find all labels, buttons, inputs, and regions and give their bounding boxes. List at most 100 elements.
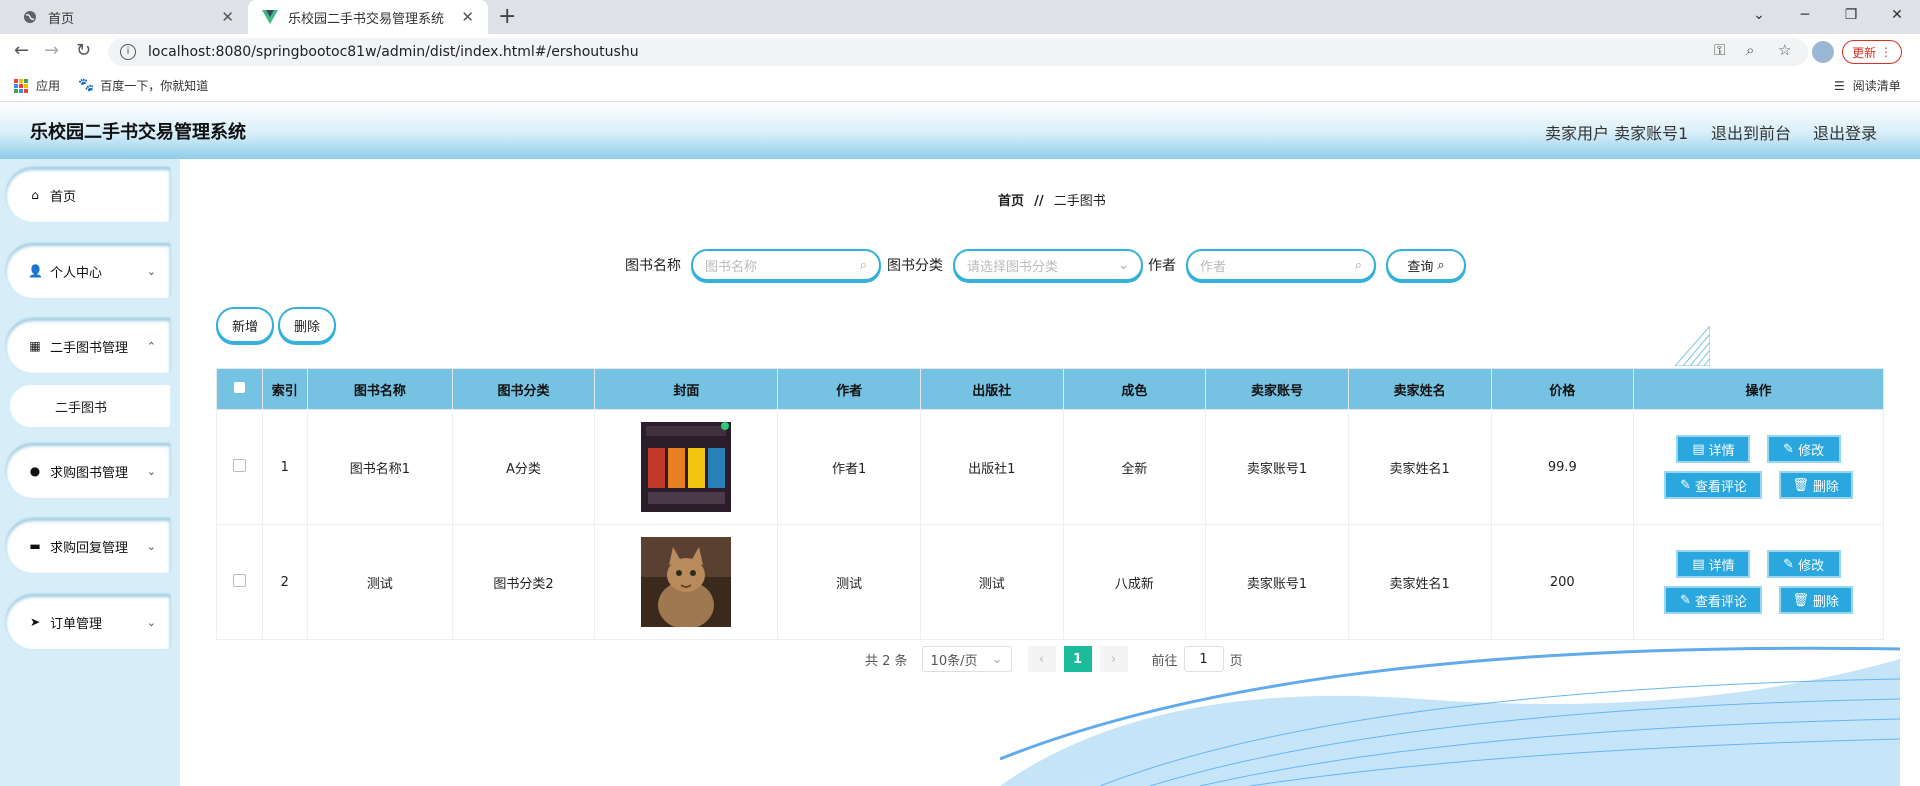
col-header: 卖家账号 <box>1205 368 1349 410</box>
detail-label: 详情 <box>1708 443 1735 459</box>
prev-page-button[interactable]: ‹ <box>1027 646 1056 672</box>
chevron-down-icon: ⌄ <box>146 615 156 629</box>
book-cover-image[interactable] <box>641 422 732 512</box>
sidebar-item-label: 个人中心 <box>50 265 103 281</box>
search-icon: ⌕ <box>1437 257 1445 273</box>
restore-icon[interactable]: ❐ <box>1828 7 1874 23</box>
select-all-checkbox[interactable] <box>233 381 245 393</box>
add-button[interactable]: 新增 <box>216 307 274 343</box>
search-icon: ⌕ <box>859 257 867 273</box>
info-icon[interactable]: i <box>120 44 136 60</box>
col-header: 封面 <box>594 368 779 410</box>
detail-button[interactable]: ▤ 详情 <box>1676 550 1751 578</box>
apps-grid-icon <box>14 78 28 93</box>
minimize-icon[interactable]: ─ <box>1782 7 1828 23</box>
query-button[interactable]: 查询 ⌕ <box>1386 249 1466 281</box>
sidebar-item-orders[interactable]: ➤ 订单管理 ⌄ <box>6 595 170 649</box>
reading-list[interactable]: ☰ 阅读清单 <box>1834 77 1901 94</box>
edit-button[interactable]: ✎ 修改 <box>1766 550 1841 578</box>
author-input[interactable]: 作者 ⌕ <box>1186 249 1376 281</box>
bookmark-apps[interactable]: 应用 <box>14 77 60 94</box>
view-comments-button[interactable]: ✎ 查看评论 <box>1664 586 1763 614</box>
bookmark-label: 百度一下，你就知道 <box>100 79 209 93</box>
user-icon: 👤 <box>28 264 43 278</box>
cell-condition: 八成新 <box>1062 524 1207 640</box>
cell-cover <box>594 524 779 640</box>
sidebar-item-label: 订单管理 <box>50 616 103 632</box>
col-header: 价格 <box>1490 368 1635 410</box>
pencil-icon: ✎ <box>1680 477 1691 493</box>
cell-price: 99.9 <box>1490 409 1635 525</box>
cell-operations: ▤ 详情 ✎ 修改 ✎ 查看评论 🗑 删除 <box>1633 409 1884 525</box>
breadcrumb-home[interactable]: 首页 <box>998 194 1024 209</box>
close-tab-icon[interactable]: ✕ <box>221 8 234 26</box>
sidebar-item-wanted-replies[interactable]: ▬ 求购回复管理 ⌄ <box>6 519 170 573</box>
add-label: 新增 <box>231 319 258 335</box>
key-icon[interactable]: ⚿ <box>1714 41 1725 59</box>
view-comments-button[interactable]: ✎ 查看评论 <box>1664 471 1763 499</box>
monitor-icon: ▬ <box>29 539 41 553</box>
tab-home[interactable]: 首页 ✕ <box>8 0 248 34</box>
cat-photo-image[interactable] <box>641 537 732 627</box>
star-icon[interactable]: ☆ <box>1778 41 1791 59</box>
app-title: 乐校园二手书交易管理系统 <box>30 122 246 143</box>
profile-avatar[interactable] <box>1812 41 1834 63</box>
trash-icon: 🗑 <box>1792 592 1809 608</box>
new-tab-plus-icon[interactable]: + <box>498 4 516 29</box>
tab-search-icon[interactable]: ⌄ <box>1736 7 1782 23</box>
row-delete-button[interactable]: 🗑 删除 <box>1778 586 1853 614</box>
sidebar-subitem-used-books[interactable]: 二手图书 <box>10 385 170 427</box>
breadcrumb: 首页 // 二手图书 <box>998 190 1106 209</box>
reload-icon[interactable]: ↻ <box>76 40 91 61</box>
page-1-button[interactable]: 1 <box>1063 646 1092 672</box>
delete-button[interactable]: 删除 <box>278 307 336 343</box>
back-arrow-icon[interactable]: ← <box>14 40 29 61</box>
url-bar[interactable]: i localhost:8080/springbootoc81w/admin/d… <box>108 38 1808 66</box>
logout-link[interactable]: 退出登录 <box>1813 120 1877 144</box>
sidebar-item-book-management[interactable]: ▦ 二手图书管理 ⌃ <box>6 319 170 373</box>
tab-app[interactable]: 乐校园二手书交易管理系统 ✕ <box>248 0 488 34</box>
goto-page-input[interactable]: 1 <box>1183 646 1224 672</box>
col-header: 操作 <box>1633 368 1884 410</box>
forward-arrow-icon[interactable]: → <box>44 40 59 61</box>
book-category-select[interactable]: 请选择图书分类 ⌄ <box>953 249 1143 281</box>
book-category-placeholder: 请选择图书分类 <box>967 259 1059 275</box>
row-checkbox[interactable] <box>232 458 246 472</box>
trash-icon: 🗑 <box>1792 477 1809 493</box>
bookmark-baidu[interactable]: 🐾 百度一下，你就知道 <box>78 77 208 94</box>
next-page-button[interactable]: › <box>1099 646 1128 672</box>
cell-author: 作者1 <box>777 409 921 525</box>
back-to-front-link[interactable]: 退出到前台 <box>1711 120 1791 144</box>
sidebar-item-personal-center[interactable]: 👤 个人中心 ⌄ <box>6 244 170 298</box>
search-author-group: 作者 作者 ⌕ <box>1148 247 1376 283</box>
sidebar-subitem-label: 二手图书 <box>55 400 108 416</box>
bookmark-bar: 应用 🐾 百度一下，你就知道 ☰ 阅读清单 <box>0 70 1920 102</box>
search-category-group: 图书分类 请选择图书分类 ⌄ <box>887 247 1143 283</box>
detail-button[interactable]: ▤ 详情 <box>1676 435 1751 463</box>
close-tab-icon[interactable]: ✕ <box>461 8 474 26</box>
row-delete-label: 删除 <box>1812 594 1839 610</box>
page-suffix: 页 <box>1229 653 1243 669</box>
chevron-down-icon: ⌄ <box>146 264 156 278</box>
row-delete-button[interactable]: 🗑 删除 <box>1778 471 1853 499</box>
row-select-cell <box>216 409 263 525</box>
sidebar-item-home[interactable]: ⌂ 首页 <box>6 168 170 222</box>
row-select-cell <box>216 524 263 640</box>
page-size-select[interactable]: 10条/页 ⌄ <box>921 646 1012 672</box>
close-window-icon[interactable]: ✕ <box>1874 7 1920 23</box>
comments-label: 查看评论 <box>1694 479 1747 495</box>
book-name-input[interactable]: 图书名称 ⌕ <box>691 249 881 281</box>
row-checkbox[interactable] <box>232 573 246 587</box>
sidebar-item-wanted-books[interactable]: ● 求购图书管理 ⌄ <box>6 444 170 498</box>
cell-operations: ▤ 详情 ✎ 修改 ✎ 查看评论 🗑 删除 <box>1633 524 1884 640</box>
books-table: 索引 图书名称 图书分类 封面 作者 出版社 成色 卖家账号 卖家姓名 价格 操… <box>216 368 1884 640</box>
update-button[interactable]: 更新 ⋮ <box>1842 40 1902 64</box>
detail-label: 详情 <box>1708 558 1735 574</box>
col-header: 图书分类 <box>451 368 596 410</box>
edit-button[interactable]: ✎ 修改 <box>1766 435 1841 463</box>
app-header: 乐校园二手书交易管理系统 卖家用户 卖家账号1 退出到前台 退出登录 <box>0 102 1920 159</box>
comments-label: 查看评论 <box>1694 594 1747 610</box>
col-header: 索引 <box>261 368 309 410</box>
zoom-icon[interactable]: ⌕ <box>1746 41 1754 59</box>
main-content: 首页 // 二手图书 图书名称 图书名称 ⌕ 图书分类 请选择图书分类 ⌄ 作者… <box>180 159 1920 786</box>
